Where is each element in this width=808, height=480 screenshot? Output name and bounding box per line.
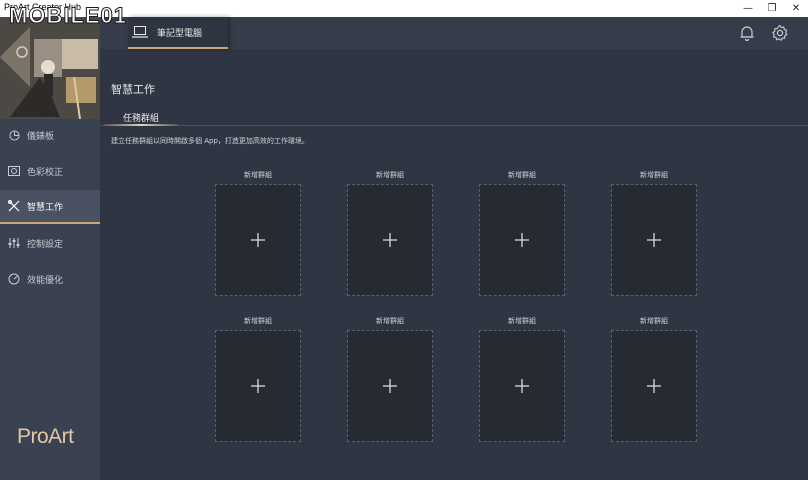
task-group-label: 新增群組	[376, 317, 404, 325]
sidebar-item-control-settings[interactable]: 控制設定	[0, 226, 100, 260]
task-group-slot: 新增群組	[479, 170, 565, 296]
restore-button[interactable]: ❐	[760, 0, 784, 17]
plus-icon	[647, 379, 661, 393]
sidebar-item-label: 色彩校正	[27, 167, 64, 178]
plus-icon	[251, 379, 265, 393]
plus-icon	[383, 379, 397, 393]
tools-icon	[8, 200, 20, 212]
close-button[interactable]: ✕	[784, 0, 808, 17]
plus-icon	[251, 233, 265, 247]
sidebar-item-color-calibration[interactable]: 色彩校正	[0, 154, 100, 188]
task-group-slot: 新增群組	[479, 316, 565, 442]
sidebar-item-performance[interactable]: 效能優化	[0, 262, 100, 296]
task-group-label: 新增群組	[640, 317, 668, 325]
task-group-slot: 新增群組	[347, 316, 433, 442]
page-description: 建立任務群組以同時開啟多個 App，打造更加高效的工作環境。	[111, 137, 309, 145]
bell-icon[interactable]	[738, 24, 756, 42]
gear-icon[interactable]	[771, 24, 789, 42]
sidebar-item-dashboard[interactable]: 儀錶板	[0, 118, 100, 152]
device-tab-laptop[interactable]: 筆記型電腦	[128, 17, 228, 49]
top-bar: 筆記型電腦	[100, 17, 808, 49]
subtab-divider	[100, 125, 808, 126]
color-calibration-icon	[8, 165, 20, 177]
task-group-label: 新增群組	[376, 171, 404, 179]
plus-icon	[515, 233, 529, 247]
laptop-icon	[132, 26, 148, 38]
page-title: 智慧工作	[111, 83, 155, 96]
add-group-button[interactable]	[215, 184, 301, 296]
subtab-active-indicator	[104, 124, 178, 126]
plus-icon	[647, 233, 661, 247]
sidebar-item-smart-work[interactable]: 智慧工作	[0, 190, 100, 224]
add-group-button[interactable]	[347, 184, 433, 296]
device-tab-label: 筆記型電腦	[157, 28, 203, 39]
add-group-button[interactable]	[347, 330, 433, 442]
main-content: 智慧工作 任務群組 建立任務群組以同時開啟多個 App，打造更加高效的工作環境。…	[100, 49, 808, 480]
add-group-button[interactable]	[479, 184, 565, 296]
performance-icon	[8, 273, 20, 285]
proart-logo: ProArt	[17, 425, 74, 448]
task-group-slot: 新增群組	[611, 170, 697, 296]
sidebar: 儀錶板 色彩校正 智慧工作 控制設定 效能優化 ProArt	[0, 17, 100, 480]
add-group-button[interactable]	[611, 330, 697, 442]
task-group-label: 新增群組	[508, 317, 536, 325]
add-group-button[interactable]	[215, 330, 301, 442]
sidebar-item-label: 儀錶板	[27, 131, 55, 142]
dashboard-icon	[8, 129, 20, 141]
task-group-slot: 新增群組	[215, 316, 301, 442]
task-group-slot: 新增群組	[347, 170, 433, 296]
task-group-slot: 新增群組	[611, 316, 697, 442]
plus-icon	[383, 233, 397, 247]
task-group-slot: 新增群組	[215, 170, 301, 296]
minimize-button[interactable]: —	[736, 0, 760, 17]
task-group-label: 新增群組	[244, 171, 272, 179]
add-group-button[interactable]	[479, 330, 565, 442]
task-group-label: 新增群組	[640, 171, 668, 179]
add-group-button[interactable]	[611, 184, 697, 296]
plus-icon	[515, 379, 529, 393]
sidebar-item-label: 智慧工作	[27, 202, 64, 213]
task-group-label: 新增群組	[244, 317, 272, 325]
sidebar-item-label: 控制設定	[27, 239, 64, 250]
task-group-label: 新增群組	[508, 171, 536, 179]
sliders-icon	[8, 237, 20, 249]
watermark-logo: MOBILE01	[8, 3, 128, 29]
sidebar-item-label: 效能優化	[27, 275, 64, 286]
hero-artwork	[0, 17, 100, 119]
